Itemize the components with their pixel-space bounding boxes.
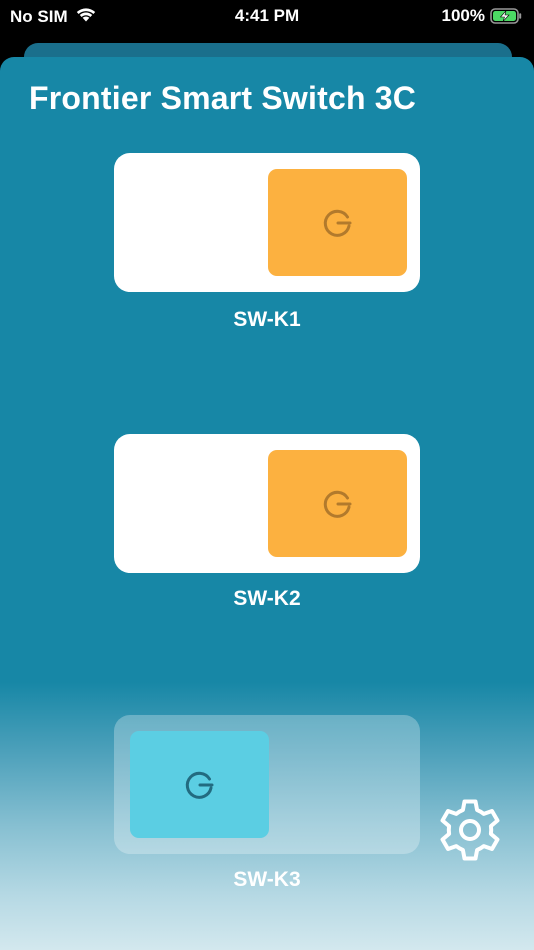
switch-label-sw-k1: SW-K1 bbox=[233, 308, 301, 331]
switch-sw-k2[interactable] bbox=[114, 434, 420, 573]
switch-sw-k3[interactable] bbox=[114, 715, 420, 854]
settings-button[interactable] bbox=[433, 793, 507, 867]
switch-knob[interactable] bbox=[130, 731, 269, 838]
power-icon bbox=[323, 209, 351, 237]
status-bar: No SIM 4:41 PM 100% bbox=[0, 0, 534, 32]
switch-label-sw-k2: SW-K2 bbox=[233, 587, 301, 610]
gear-icon bbox=[440, 799, 500, 861]
battery-charging-icon bbox=[490, 8, 522, 24]
switch-label-sw-k3: SW-K3 bbox=[233, 868, 301, 891]
battery-percent: 100% bbox=[441, 6, 485, 25]
switch-sw-k1[interactable] bbox=[114, 153, 420, 292]
switch-knob[interactable] bbox=[268, 450, 407, 557]
page-title: Frontier Smart Switch 3C bbox=[29, 80, 417, 116]
switch-knob[interactable] bbox=[268, 169, 407, 276]
power-icon bbox=[185, 771, 213, 799]
app-screen: No SIM 4:41 PM 100% Frontier Smart Switc… bbox=[0, 0, 534, 950]
power-icon bbox=[323, 490, 351, 518]
status-right: 100% bbox=[442, 6, 522, 26]
